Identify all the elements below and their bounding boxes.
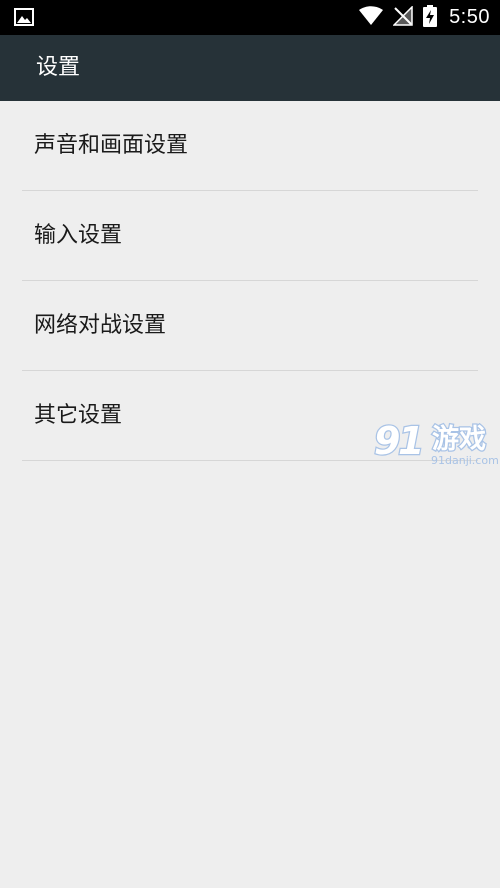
- wifi-icon: [359, 5, 384, 30]
- svg-text:游戏: 游戏: [432, 424, 486, 455]
- svg-text:1: 1: [398, 419, 424, 463]
- settings-item-input[interactable]: 输入设置: [22, 191, 478, 281]
- status-icons: 5:50: [359, 0, 490, 35]
- page-title: 设置: [36, 55, 81, 80]
- settings-list: 声音和画面设置 输入设置 网络对战设置 其它设置: [0, 101, 500, 461]
- watermark-url: 91danji.com: [431, 454, 498, 467]
- battery-charging-icon: [423, 4, 438, 31]
- status-time: 5:50: [449, 6, 490, 28]
- settings-item-sound-display[interactable]: 声音和画面设置: [22, 101, 478, 191]
- status-bar: 5:50: [0, 0, 500, 35]
- settings-item-label: 声音和画面设置: [34, 133, 189, 158]
- no-signal-icon: [392, 4, 413, 30]
- svg-text:9: 9: [374, 419, 400, 463]
- image-notification-icon: [14, 8, 34, 26]
- settings-item-label: 网络对战设置: [34, 313, 167, 338]
- settings-item-network-battle[interactable]: 网络对战设置: [22, 281, 478, 371]
- settings-item-label: 输入设置: [34, 223, 123, 248]
- watermark-logo: 9 1 游戏 91danji.com: [373, 416, 499, 468]
- app-toolbar: 设置: [0, 35, 500, 101]
- settings-item-label: 其它设置: [34, 403, 123, 428]
